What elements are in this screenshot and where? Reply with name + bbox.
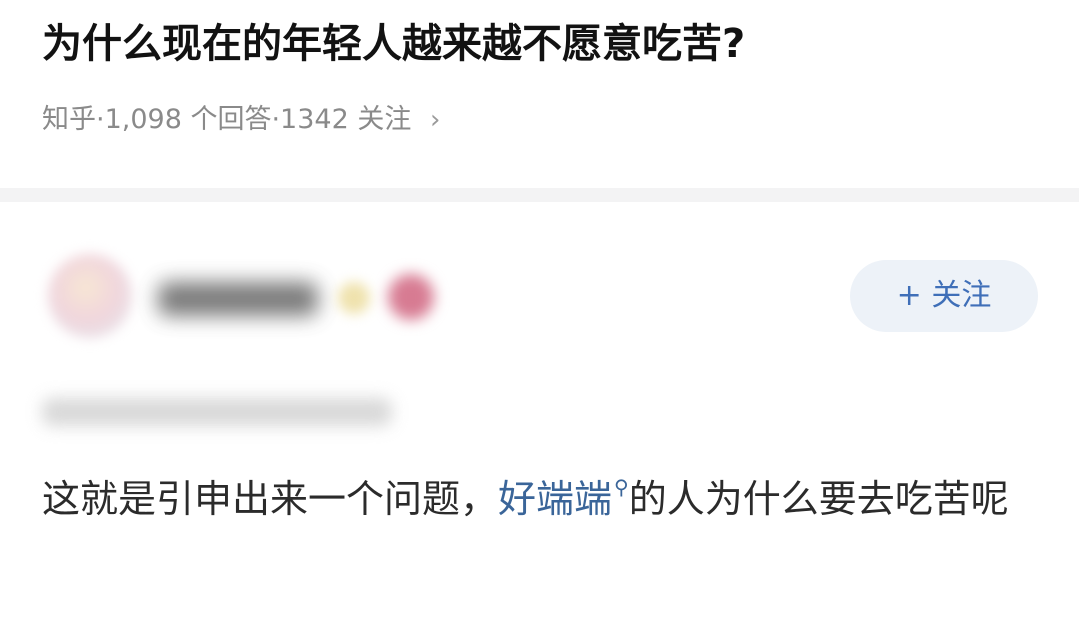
keyword-link[interactable]: 好端端 bbox=[498, 477, 612, 521]
answer-text: 的人为什么要去吃苦呢 bbox=[628, 477, 1009, 521]
follow-button[interactable]: + 关注 bbox=[850, 260, 1038, 332]
author-badge-icon bbox=[338, 282, 370, 314]
question-title[interactable]: 为什么现在的年轻人越来越不愿意吃苦? bbox=[42, 14, 745, 74]
avatar[interactable] bbox=[48, 254, 132, 338]
author-bio-blurred bbox=[42, 398, 392, 426]
answer-text: 这就是引申出来一个问题， bbox=[42, 477, 499, 521]
question-card[interactable]: 为什么现在的年轻人越来越不愿意吃苦? 知乎·1,098 个回答·1342 关注 … bbox=[0, 0, 1079, 188]
question-meta[interactable]: 知乎·1,098 个回答·1342 关注 › bbox=[42, 98, 440, 142]
search-icon: ⚲ bbox=[614, 475, 629, 499]
chevron-right-icon: › bbox=[429, 105, 441, 135]
answer-body[interactable]: 这就是引申出来一个问题，好端端 ⚲的人为什么要去吃苦呢 bbox=[42, 467, 1032, 531]
question-meta-text: 知乎·1,098 个回答·1342 关注 bbox=[42, 104, 412, 135]
answer-card: + 关注 这就是引申出来一个问题，好端端 ⚲的人为什么要去吃苦呢 bbox=[0, 202, 1079, 630]
author-badge-icon bbox=[388, 274, 434, 320]
author-name-blurred[interactable] bbox=[158, 282, 318, 316]
section-divider bbox=[0, 188, 1079, 202]
